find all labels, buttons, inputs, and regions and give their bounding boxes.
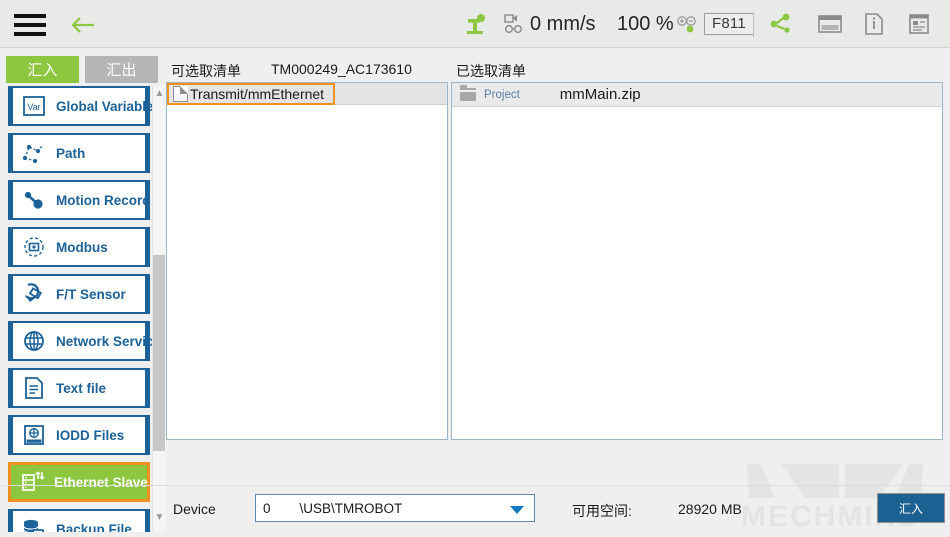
speed-indicator: 0 mm/s (504, 0, 596, 48)
hamburger-bar (14, 14, 46, 18)
sidebar-item-modbus[interactable]: Modbus (8, 227, 150, 267)
top-toolbar: 0 mm/s 100 % F811 (0, 0, 950, 48)
hamburger-menu-icon[interactable] (14, 14, 46, 36)
sidebar-item-label: Network Service (56, 333, 158, 349)
sidebar-item-path[interactable]: Path (8, 133, 150, 173)
selected-list-header: 已选取清单 (456, 63, 526, 79)
selected-list-panel[interactable]: Project mmMain.zip (451, 82, 943, 440)
sidebar-item-iodd-files[interactable]: IODD Files (8, 415, 150, 455)
force-torque-sensor-icon (18, 279, 50, 309)
sidebar-item-global-variable[interactable]: Var Global Variable (8, 86, 154, 126)
sidebar-item-label: Global Variable (56, 98, 154, 114)
device-path: \USB\TMROBOT (299, 500, 403, 516)
sidebar-item-label: Text file (56, 380, 107, 396)
tab-import[interactable]: 汇入 (6, 56, 79, 83)
svg-text:Var: Var (27, 102, 40, 112)
sidebar-item-label: Path (56, 145, 86, 161)
folder-icon (460, 85, 476, 101)
speed-value: 0 mm/s (530, 12, 596, 35)
network-node-icon[interactable] (768, 0, 794, 48)
import-export-tabs: 汇入 汇出 (6, 56, 158, 83)
hamburger-bar (14, 23, 46, 27)
text-file-icon (18, 373, 50, 403)
import-button[interactable]: 汇入 (877, 493, 945, 523)
zoom-percent: 100 % (617, 0, 674, 48)
globe-icon (18, 326, 50, 356)
free-space-value: 28920 MB (678, 501, 742, 517)
iodd-files-icon (18, 420, 50, 450)
category-sidebar[interactable]: Var Global Variable Path Motion Record M… (0, 86, 158, 532)
sidebar-scrollbar-thumb[interactable] (153, 255, 165, 451)
list-item[interactable]: Transmit/mmEthernet (167, 83, 447, 105)
sidebar-item-label: Modbus (56, 239, 108, 255)
device-index: 0 (263, 500, 271, 516)
tab-export[interactable]: 汇出 (85, 56, 158, 83)
toolbar-divider (753, 12, 754, 37)
available-list-panel[interactable]: Transmit/mmEthernet (166, 82, 448, 440)
list-item-tag: Project (484, 88, 520, 101)
zoom-in-out-icon[interactable] (676, 0, 698, 48)
device-select[interactable]: 0 \USB\TMROBOT (255, 494, 535, 522)
free-space-label: 可用空间: (572, 503, 632, 519)
variable-icon: Var (18, 91, 50, 121)
sidebar-item-ft-sensor[interactable]: F/T Sensor (8, 274, 150, 314)
speed-icon (504, 14, 522, 33)
chevron-down-icon[interactable] (510, 506, 524, 514)
sidebar-item-label: IODD Files (56, 427, 125, 443)
project-code-value: F811 (704, 13, 754, 35)
back-arrow-icon[interactable] (68, 12, 98, 38)
sidebar-item-text-file[interactable]: Text file (8, 368, 150, 408)
available-list-subheader: TM000249_AC173610 (271, 61, 412, 77)
sidebar-item-network-service[interactable]: Network Service (8, 321, 158, 361)
sidebar-item-label: Motion Record (56, 192, 151, 208)
selected-row-highlight[interactable]: Transmit/mmEthernet (167, 83, 335, 105)
hamburger-bar (14, 32, 46, 36)
list-item[interactable]: Project mmMain.zip (452, 83, 942, 107)
keyboard-icon[interactable] (818, 0, 842, 48)
device-label: Device (173, 501, 216, 517)
sidebar-item-motion-record[interactable]: Motion Record (8, 180, 151, 220)
scroll-up-arrow-icon[interactable]: ▲ (154, 88, 165, 99)
list-item-label: mmMain.zip (559, 86, 641, 103)
modbus-icon (18, 232, 50, 262)
bottom-toolbar: Device 0 \USB\TMROBOT 可用空间: 28920 MB (0, 485, 950, 532)
robot-arm-icon[interactable] (463, 0, 487, 48)
motion-record-icon (18, 185, 50, 215)
file-icon (173, 86, 188, 102)
available-list-header: 可选取清单 (171, 63, 241, 79)
list-item-label: Transmit/mmEthernet (190, 86, 325, 102)
path-icon (18, 138, 50, 168)
sidebar-item-label: F/T Sensor (56, 286, 126, 302)
info-icon[interactable] (863, 0, 885, 48)
project-code-badge[interactable]: F811 (704, 0, 754, 48)
log-icon[interactable] (908, 0, 930, 48)
zoom-value: 100 % (617, 12, 674, 35)
